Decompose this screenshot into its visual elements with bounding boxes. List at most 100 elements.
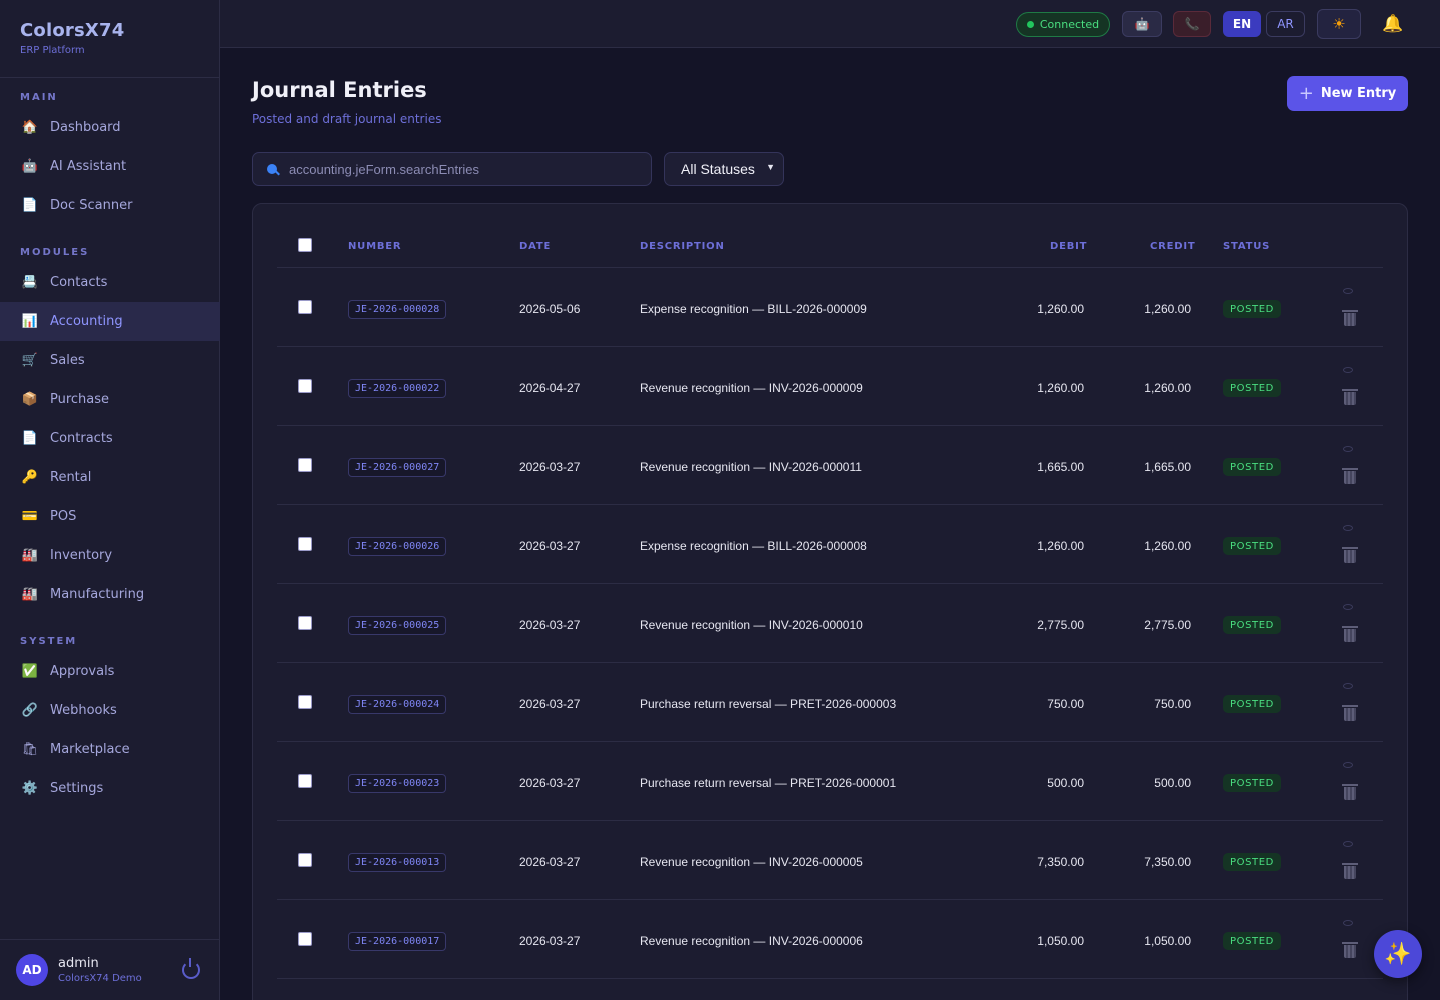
table-row[interactable]: JE-2026-000025 2026-03-27 Revenue recogn… [253,584,1407,663]
sidebar-item-settings[interactable]: ⚙️ Settings [0,769,220,808]
table-row[interactable]: JE-2026-000023 2026-03-27 Purchase retur… [253,742,1407,821]
power-icon[interactable] [182,958,200,979]
sidebar-item-pos[interactable]: 💳 POS [0,497,220,536]
call-button[interactable]: 📞 [1173,11,1211,37]
view-icon[interactable] [1343,446,1353,452]
notifications-button[interactable]: 🔔 [1380,11,1406,37]
row-checkbox[interactable] [298,932,312,946]
language-en-button[interactable]: EN [1223,11,1261,37]
delete-icon[interactable] [1342,310,1358,326]
row-checkbox[interactable] [298,300,312,314]
robot-icon: 🤖 [1134,17,1150,31]
table-row[interactable]: JE-2026-000024 2026-03-27 Purchase retur… [253,663,1407,742]
view-icon[interactable] [1343,841,1353,847]
table-row[interactable]: JE-2026-000017 2026-03-27 Revenue recogn… [253,900,1407,979]
select-all-checkbox[interactable] [298,238,312,252]
entry-description: Revenue recognition — INV-2026-000005 [640,855,863,869]
column-header-debit[interactable]: DEBIT [1050,241,1087,252]
entry-number[interactable]: JE-2026-000026 [348,537,447,556]
sidebar-item-label: Sales [50,353,85,368]
entry-debit: 1,260.00 [1037,302,1084,316]
entry-date: 2026-04-27 [519,381,581,395]
delete-icon[interactable] [1342,468,1358,484]
new-entry-button[interactable]: + New Entry [1287,76,1408,111]
row-checkbox[interactable] [298,695,312,709]
column-header-credit[interactable]: CREDIT [1150,241,1196,252]
sidebar-item-ai-assistant[interactable]: 🤖 AI Assistant [0,147,220,186]
language-ar-button[interactable]: AR [1266,11,1305,37]
sparkle-icon: ✨ [1384,941,1412,967]
column-header-status[interactable]: STATUS [1223,241,1270,252]
status-filter-select[interactable]: All Statuses ▼ [664,152,784,186]
sidebar-item-label: Dashboard [50,120,121,135]
sidebar-item-rental[interactable]: 🔑 Rental [0,458,220,497]
status-badge: POSTED [1223,300,1281,318]
entry-description: Purchase return reversal — PRET-2026-000… [640,697,897,711]
row-checkbox[interactable] [298,616,312,630]
sidebar-item-dashboard[interactable]: 🏠 Dashboard [0,108,220,147]
entry-number[interactable]: JE-2026-000022 [348,379,447,398]
column-header-date[interactable]: DATE [519,241,551,252]
new-entry-label: New Entry [1320,86,1397,101]
sidebar-item-contacts[interactable]: 📇 Contacts [0,263,220,302]
entry-debit: 1,260.00 [1037,381,1084,395]
sidebar-item-label: Contracts [50,431,113,446]
theme-toggle-button[interactable]: ☀ [1317,9,1361,39]
view-icon[interactable] [1343,525,1353,531]
delete-icon[interactable] [1342,863,1358,879]
view-icon[interactable] [1343,288,1353,294]
sidebar-item-contracts[interactable]: 📄 Contracts [0,419,220,458]
entry-number[interactable]: JE-2026-000024 [348,695,447,714]
sidebar-item-label: Settings [50,781,104,796]
row-checkbox[interactable] [298,537,312,551]
table-row[interactable]: JE-2026-000013 2026-03-27 Revenue recogn… [253,821,1407,900]
view-icon[interactable] [1343,762,1353,768]
delete-icon[interactable] [1342,784,1358,800]
row-checkbox[interactable] [298,458,312,472]
table-row[interactable]: JE-2026-000028 2026-05-06 Expense recogn… [253,268,1407,347]
column-header-number[interactable]: NUMBER [348,241,401,252]
sidebar-item-manufacturing[interactable]: 🏭 Manufacturing [0,575,220,614]
entry-number[interactable]: JE-2026-000028 [348,300,447,319]
ai-sparkle-button[interactable]: ✨ [1374,930,1422,978]
nav-section-system: SYSTEM [20,636,78,647]
entry-number[interactable]: JE-2026-000013 [348,853,447,872]
entry-number[interactable]: JE-2026-000027 [348,458,447,477]
sidebar-item-sales[interactable]: 🛒 Sales [0,341,220,380]
app-subtitle: ERP Platform [20,45,85,56]
table-row[interactable]: JE-2026-000027 2026-03-27 Revenue recogn… [253,426,1407,505]
sidebar-item-accounting[interactable]: 📊 Accounting [0,302,220,341]
sidebar-item-inventory[interactable]: 🏭 Inventory [0,536,220,575]
delete-icon[interactable] [1342,547,1358,563]
column-header-description[interactable]: DESCRIPTION [640,241,725,252]
entry-number[interactable]: JE-2026-000023 [348,774,447,793]
search-input[interactable] [289,161,629,177]
view-icon[interactable] [1343,683,1353,689]
entry-date: 2026-03-27 [519,460,581,474]
delete-icon[interactable] [1342,626,1358,642]
status-badge: POSTED [1223,774,1281,792]
delete-icon[interactable] [1342,705,1358,721]
table-row[interactable]: JE-2026-000022 2026-04-27 Revenue recogn… [253,347,1407,426]
user-profile[interactable]: AD admin ColorsX74 Demo [0,939,220,1000]
entry-number[interactable]: JE-2026-000025 [348,616,447,635]
sidebar-item-marketplace[interactable]: 🛍 Marketplace [0,730,220,769]
view-icon[interactable] [1343,367,1353,373]
ai-assistant-button[interactable]: 🤖 [1122,11,1162,37]
row-checkbox[interactable] [298,774,312,788]
row-checkbox[interactable] [298,853,312,867]
view-icon[interactable] [1343,604,1353,610]
table-row[interactable]: JE-2026-000026 2026-03-27 Expense recogn… [253,505,1407,584]
sidebar-item-webhooks[interactable]: 🔗 Webhooks [0,691,220,730]
view-icon[interactable] [1343,920,1353,926]
robot-icon: 🤖 [21,159,39,174]
sidebar-item-doc-scanner[interactable]: 📄 Doc Scanner [0,186,220,225]
sidebar-item-approvals[interactable]: ✅ Approvals [0,652,220,691]
delete-icon[interactable] [1342,389,1358,405]
entry-number[interactable]: JE-2026-000017 [348,932,447,951]
app-name: ColorsX74 [20,20,125,41]
entry-description: Revenue recognition — INV-2026-000011 [640,460,862,474]
row-checkbox[interactable] [298,379,312,393]
delete-icon[interactable] [1342,942,1358,958]
sidebar-item-purchase[interactable]: 📦 Purchase [0,380,220,419]
